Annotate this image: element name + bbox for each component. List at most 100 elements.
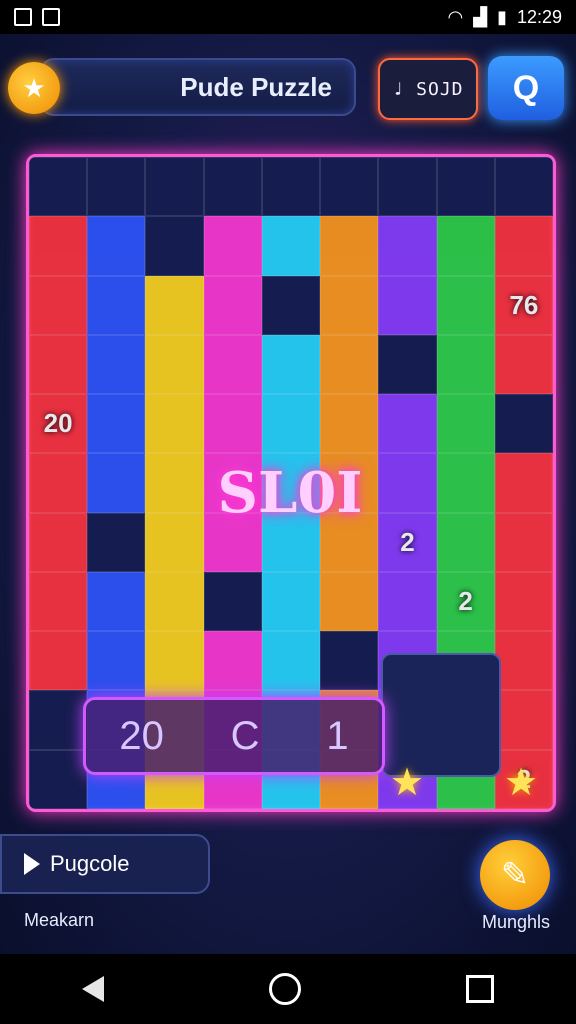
puzzle-cell[interactable]: [320, 631, 379, 691]
puzzle-cell[interactable]: [29, 690, 88, 750]
puzzle-cell[interactable]: 76: [494, 275, 553, 335]
puzzle-cell[interactable]: [145, 453, 204, 513]
puzzle-cell[interactable]: [436, 216, 495, 276]
puzzle-cell[interactable]: [203, 571, 262, 632]
hint-button[interactable]: Q: [488, 56, 564, 120]
puzzle-cell[interactable]: [203, 394, 262, 454]
tray-item[interactable]: 20: [119, 714, 164, 759]
right-label: Munghls: [482, 912, 551, 932]
puzzle-cell[interactable]: [378, 157, 437, 217]
puzzle-cell[interactable]: [145, 631, 204, 691]
puzzle-cell[interactable]: [378, 216, 437, 276]
puzzle-cell[interactable]: [436, 512, 495, 572]
puzzle-cell[interactable]: [436, 275, 495, 335]
puzzle-cell[interactable]: [87, 216, 146, 276]
puzzle-cell[interactable]: [378, 275, 437, 335]
status-bar: ◠ ▟ ▮ 12:29: [0, 0, 576, 34]
puzzle-cell[interactable]: [494, 512, 553, 572]
puzzle-cell[interactable]: [436, 453, 495, 513]
puzzle-cell[interactable]: [320, 157, 379, 217]
puzzle-cell[interactable]: [29, 157, 88, 217]
cell-number: 2: [400, 526, 415, 557]
puzzle-cell[interactable]: [320, 571, 379, 632]
play-button[interactable]: Pugcole: [0, 834, 210, 894]
piece-tray[interactable]: 20 C 1: [83, 697, 385, 775]
puzzle-cell[interactable]: [494, 453, 553, 513]
puzzle-board[interactable]: 76202212 SL0I 20 C 1 ★ ★: [26, 154, 556, 812]
score-pill[interactable]: ♩ SOJD: [378, 58, 478, 120]
puzzle-cell[interactable]: [203, 334, 262, 395]
status-time: 12:29: [516, 6, 562, 27]
puzzle-cell[interactable]: 20: [29, 394, 88, 454]
puzzle-cell[interactable]: [203, 275, 262, 335]
puzzle-cell[interactable]: [494, 157, 553, 217]
puzzle-cell[interactable]: [494, 334, 553, 395]
puzzle-cell[interactable]: [87, 275, 146, 335]
puzzle-cell[interactable]: [378, 571, 437, 632]
puzzle-cell[interactable]: [29, 631, 88, 691]
puzzle-cell[interactable]: [145, 334, 204, 395]
puzzle-cell[interactable]: [29, 453, 88, 513]
puzzle-cell[interactable]: [29, 275, 88, 335]
star-icon[interactable]: ★: [381, 757, 433, 807]
puzzle-cell[interactable]: [261, 275, 321, 335]
puzzle-cell[interactable]: [320, 216, 379, 276]
puzzle-cell[interactable]: [87, 453, 146, 513]
puzzle-cell[interactable]: [436, 334, 495, 395]
puzzle-cell[interactable]: [203, 157, 262, 217]
puzzle-cell[interactable]: [29, 512, 88, 572]
puzzle-cell[interactable]: 2: [378, 512, 437, 572]
puzzle-cell[interactable]: [261, 216, 321, 276]
recents-icon[interactable]: [465, 975, 494, 1003]
star-icon[interactable]: ★: [495, 757, 547, 807]
left-label: Meakarn: [24, 910, 95, 930]
puzzle-cell[interactable]: [378, 394, 437, 454]
puzzle-cell[interactable]: [145, 275, 204, 335]
nav-bar: [0, 954, 576, 1024]
logo-icon[interactable]: ★: [8, 62, 60, 114]
cell-number: 20: [43, 408, 73, 439]
puzzle-cell[interactable]: [261, 571, 321, 632]
puzzle-cell[interactable]: [29, 571, 88, 632]
puzzle-cell[interactable]: [203, 631, 262, 691]
puzzle-cell[interactable]: [436, 157, 495, 217]
puzzle-cell[interactable]: [87, 157, 146, 217]
puzzle-cell[interactable]: [320, 275, 379, 335]
puzzle-cell[interactable]: [320, 334, 379, 395]
bottom-bar: Pugcole Meakarn ✎ Munghls: [0, 834, 576, 954]
puzzle-cell[interactable]: [29, 749, 88, 809]
puzzle-cell[interactable]: [145, 216, 204, 276]
puzzle-cell[interactable]: 2: [436, 571, 495, 632]
puzzle-cell[interactable]: [436, 394, 495, 454]
puzzle-cell[interactable]: [87, 334, 146, 395]
puzzle-cell[interactable]: [261, 631, 321, 691]
notification-icon: [14, 8, 32, 26]
edit-button[interactable]: ✎: [480, 840, 550, 910]
puzzle-cell[interactable]: [494, 571, 553, 632]
puzzle-cell[interactable]: [494, 690, 553, 750]
puzzle-cell[interactable]: [87, 631, 146, 691]
puzzle-cell[interactable]: [87, 394, 146, 454]
puzzle-cell[interactable]: [87, 571, 146, 632]
puzzle-cell[interactable]: [261, 157, 321, 217]
puzzle-cell[interactable]: [145, 394, 204, 454]
puzzle-cell[interactable]: [29, 334, 88, 395]
puzzle-cell[interactable]: [145, 157, 204, 217]
puzzle-cell[interactable]: [494, 631, 553, 691]
puzzle-cell[interactable]: [261, 394, 321, 454]
puzzle-cell[interactable]: [320, 394, 379, 454]
home-icon[interactable]: [268, 973, 301, 1005]
puzzle-cell[interactable]: [87, 512, 146, 572]
puzzle-cell[interactable]: [378, 453, 437, 513]
puzzle-cell[interactable]: [29, 216, 88, 276]
puzzle-cell[interactable]: [494, 394, 553, 454]
puzzle-cell[interactable]: [145, 512, 204, 572]
tray-item[interactable]: 1: [326, 714, 348, 759]
puzzle-cell[interactable]: [203, 216, 262, 276]
tray-item[interactable]: C: [231, 714, 260, 759]
puzzle-cell[interactable]: [145, 571, 204, 632]
puzzle-cell[interactable]: [494, 216, 553, 276]
puzzle-cell[interactable]: [261, 334, 321, 395]
back-icon[interactable]: [82, 976, 105, 1002]
puzzle-cell[interactable]: [378, 334, 437, 395]
